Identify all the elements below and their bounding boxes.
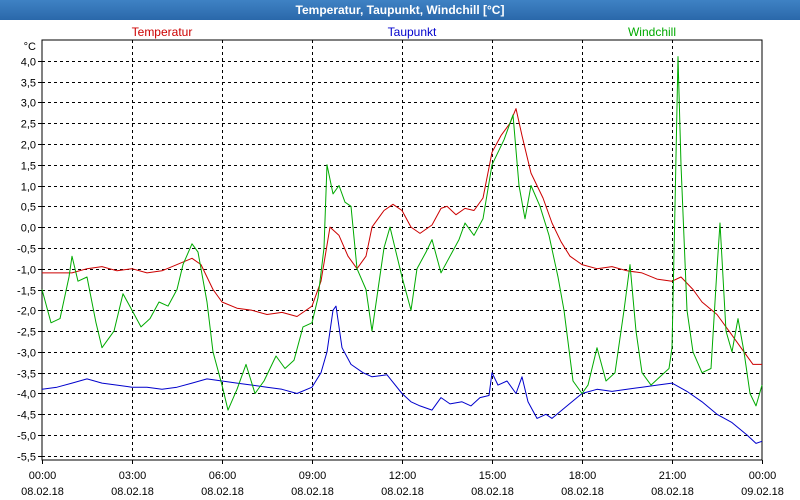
legend-item-windchill: Windchill — [628, 25, 676, 39]
y-tick-label: -0,5 — [17, 244, 36, 256]
y-tick-label: -1,5 — [17, 286, 36, 298]
x-tick-date: 08.02.18 — [561, 486, 604, 498]
legend-item-temperatur: Temperatur — [132, 25, 193, 39]
y-tick-label: -2,0 — [17, 306, 36, 318]
x-tick-time: 00:00 — [29, 470, 57, 482]
grid — [41, 39, 763, 461]
y-tick-label: 2,5 — [21, 119, 36, 131]
y-tick-label: -3,5 — [17, 369, 36, 381]
y-tick-label: 4,0 — [21, 57, 36, 69]
y-tick-label: 0,5 — [21, 202, 36, 214]
y-axis-ticks: 4,0 3,5 3,0 2,5 2,0 1,5 1,0 0,5 0,0 -0,5 -1,0 -1,5 -… — [17, 41, 42, 464]
y-tick-label: 0,0 — [21, 223, 36, 235]
y-tick-label: -4,5 — [17, 410, 36, 422]
y-axis-label: °C — [24, 41, 36, 53]
y-tick-label: -5,5 — [17, 452, 36, 464]
x-tick-time: 06:00 — [209, 470, 237, 482]
y-tick-label: 3,5 — [21, 78, 36, 90]
legend: Temperatur Taupunkt Windchill — [132, 25, 676, 39]
chart-canvas: 4,0 3,5 3,0 2,5 2,0 1,5 1,0 0,5 0,0 -0,5 -1,0 -1,5 -… — [17, 25, 784, 498]
x-tick-date: 09.02.18 — [741, 486, 784, 498]
x-tick-date: 08.02.18 — [291, 486, 334, 498]
y-tick-label: -4,0 — [17, 389, 36, 401]
y-tick-label: -5,0 — [17, 431, 36, 443]
x-tick-time: 09:00 — [299, 470, 327, 482]
x-axis-ticks: 00:00 08.02.18 03:00 08.02.18 06:00 08.02.18 0… — [21, 460, 784, 498]
y-tick-label: 2,0 — [21, 140, 36, 152]
y-tick-label: -3,0 — [17, 348, 36, 360]
x-tick-time: 03:00 — [119, 470, 147, 482]
x-tick-time: 18:00 — [569, 470, 597, 482]
x-tick-date: 08.02.18 — [111, 486, 154, 498]
series-line-taupunkt — [41, 305, 763, 444]
legend-item-taupunkt: Taupunkt — [388, 25, 437, 39]
y-tick-label: -1,0 — [17, 265, 36, 277]
x-tick-date: 08.02.18 — [471, 486, 514, 498]
x-tick-time: 21:00 — [659, 470, 687, 482]
x-tick-date: 08.02.18 — [381, 486, 424, 498]
x-tick-date: 08.02.18 — [651, 486, 694, 498]
chart-title: Temperatur, Taupunkt, Windchill [°C] — [0, 0, 800, 20]
x-tick-time: 12:00 — [389, 470, 417, 482]
series-line-temperatur — [42, 108, 762, 365]
y-tick-label: 3,0 — [21, 98, 36, 110]
y-tick-label: 1,5 — [21, 161, 36, 173]
x-tick-date: 08.02.18 — [201, 486, 244, 498]
x-tick-time: 15:00 — [479, 470, 507, 482]
x-tick-time: 00:00 — [749, 470, 777, 482]
y-tick-label: -2,5 — [17, 327, 36, 339]
x-tick-date: 08.02.18 — [21, 486, 64, 498]
y-tick-label: 1,0 — [21, 182, 36, 194]
